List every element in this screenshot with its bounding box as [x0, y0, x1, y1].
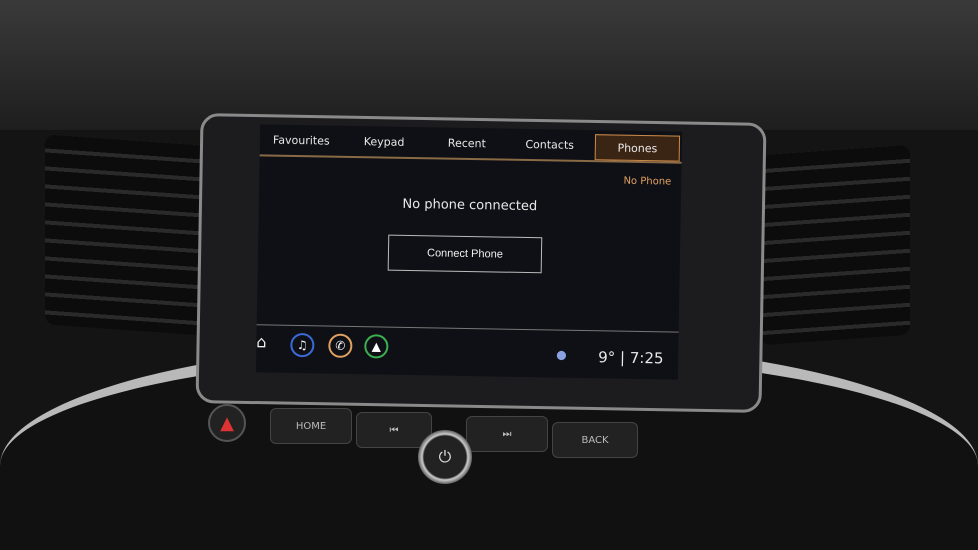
next-track-button[interactable]: ⏭ — [466, 416, 548, 452]
home-icon[interactable]: ⌂ — [256, 332, 266, 351]
tab-keypad[interactable]: Keypad — [342, 126, 425, 157]
music-icon[interactable]: ♫ — [290, 332, 315, 358]
clock: 7:25 — [629, 348, 664, 368]
power-button[interactable]: ⏻ — [418, 430, 472, 484]
tab-phones[interactable]: Phones — [594, 134, 681, 162]
tab-bar: Favourites Keypad Recent Contacts Phones — [259, 124, 683, 164]
hazard-button[interactable]: ▲ — [208, 404, 246, 442]
infotainment-screen: Favourites Keypad Recent Contacts Phones… — [255, 124, 683, 380]
navigation-icon[interactable]: ▲ — [364, 334, 389, 359]
tab-favourites[interactable]: Favourites — [260, 124, 343, 155]
phone-icon[interactable]: ✆ — [328, 333, 353, 358]
tab-contacts[interactable]: Contacts — [508, 129, 591, 160]
status-bar-divider — [256, 324, 679, 333]
temperature: 9° — [598, 348, 616, 367]
location-pin-icon: ● — [556, 347, 567, 362]
home-button[interactable]: HOME — [270, 408, 352, 444]
tab-recent[interactable]: Recent — [425, 127, 508, 158]
phone-status: No Phone — [623, 175, 672, 188]
no-phone-message: No phone connected — [402, 196, 538, 215]
status-readout: 9° | 7:25 — [598, 348, 664, 368]
left-air-vent — [45, 134, 205, 336]
right-air-vent — [760, 144, 910, 346]
back-button[interactable]: BACK — [552, 422, 638, 458]
connect-phone-button[interactable]: Connect Phone — [387, 234, 543, 274]
dashboard — [0, 0, 978, 130]
